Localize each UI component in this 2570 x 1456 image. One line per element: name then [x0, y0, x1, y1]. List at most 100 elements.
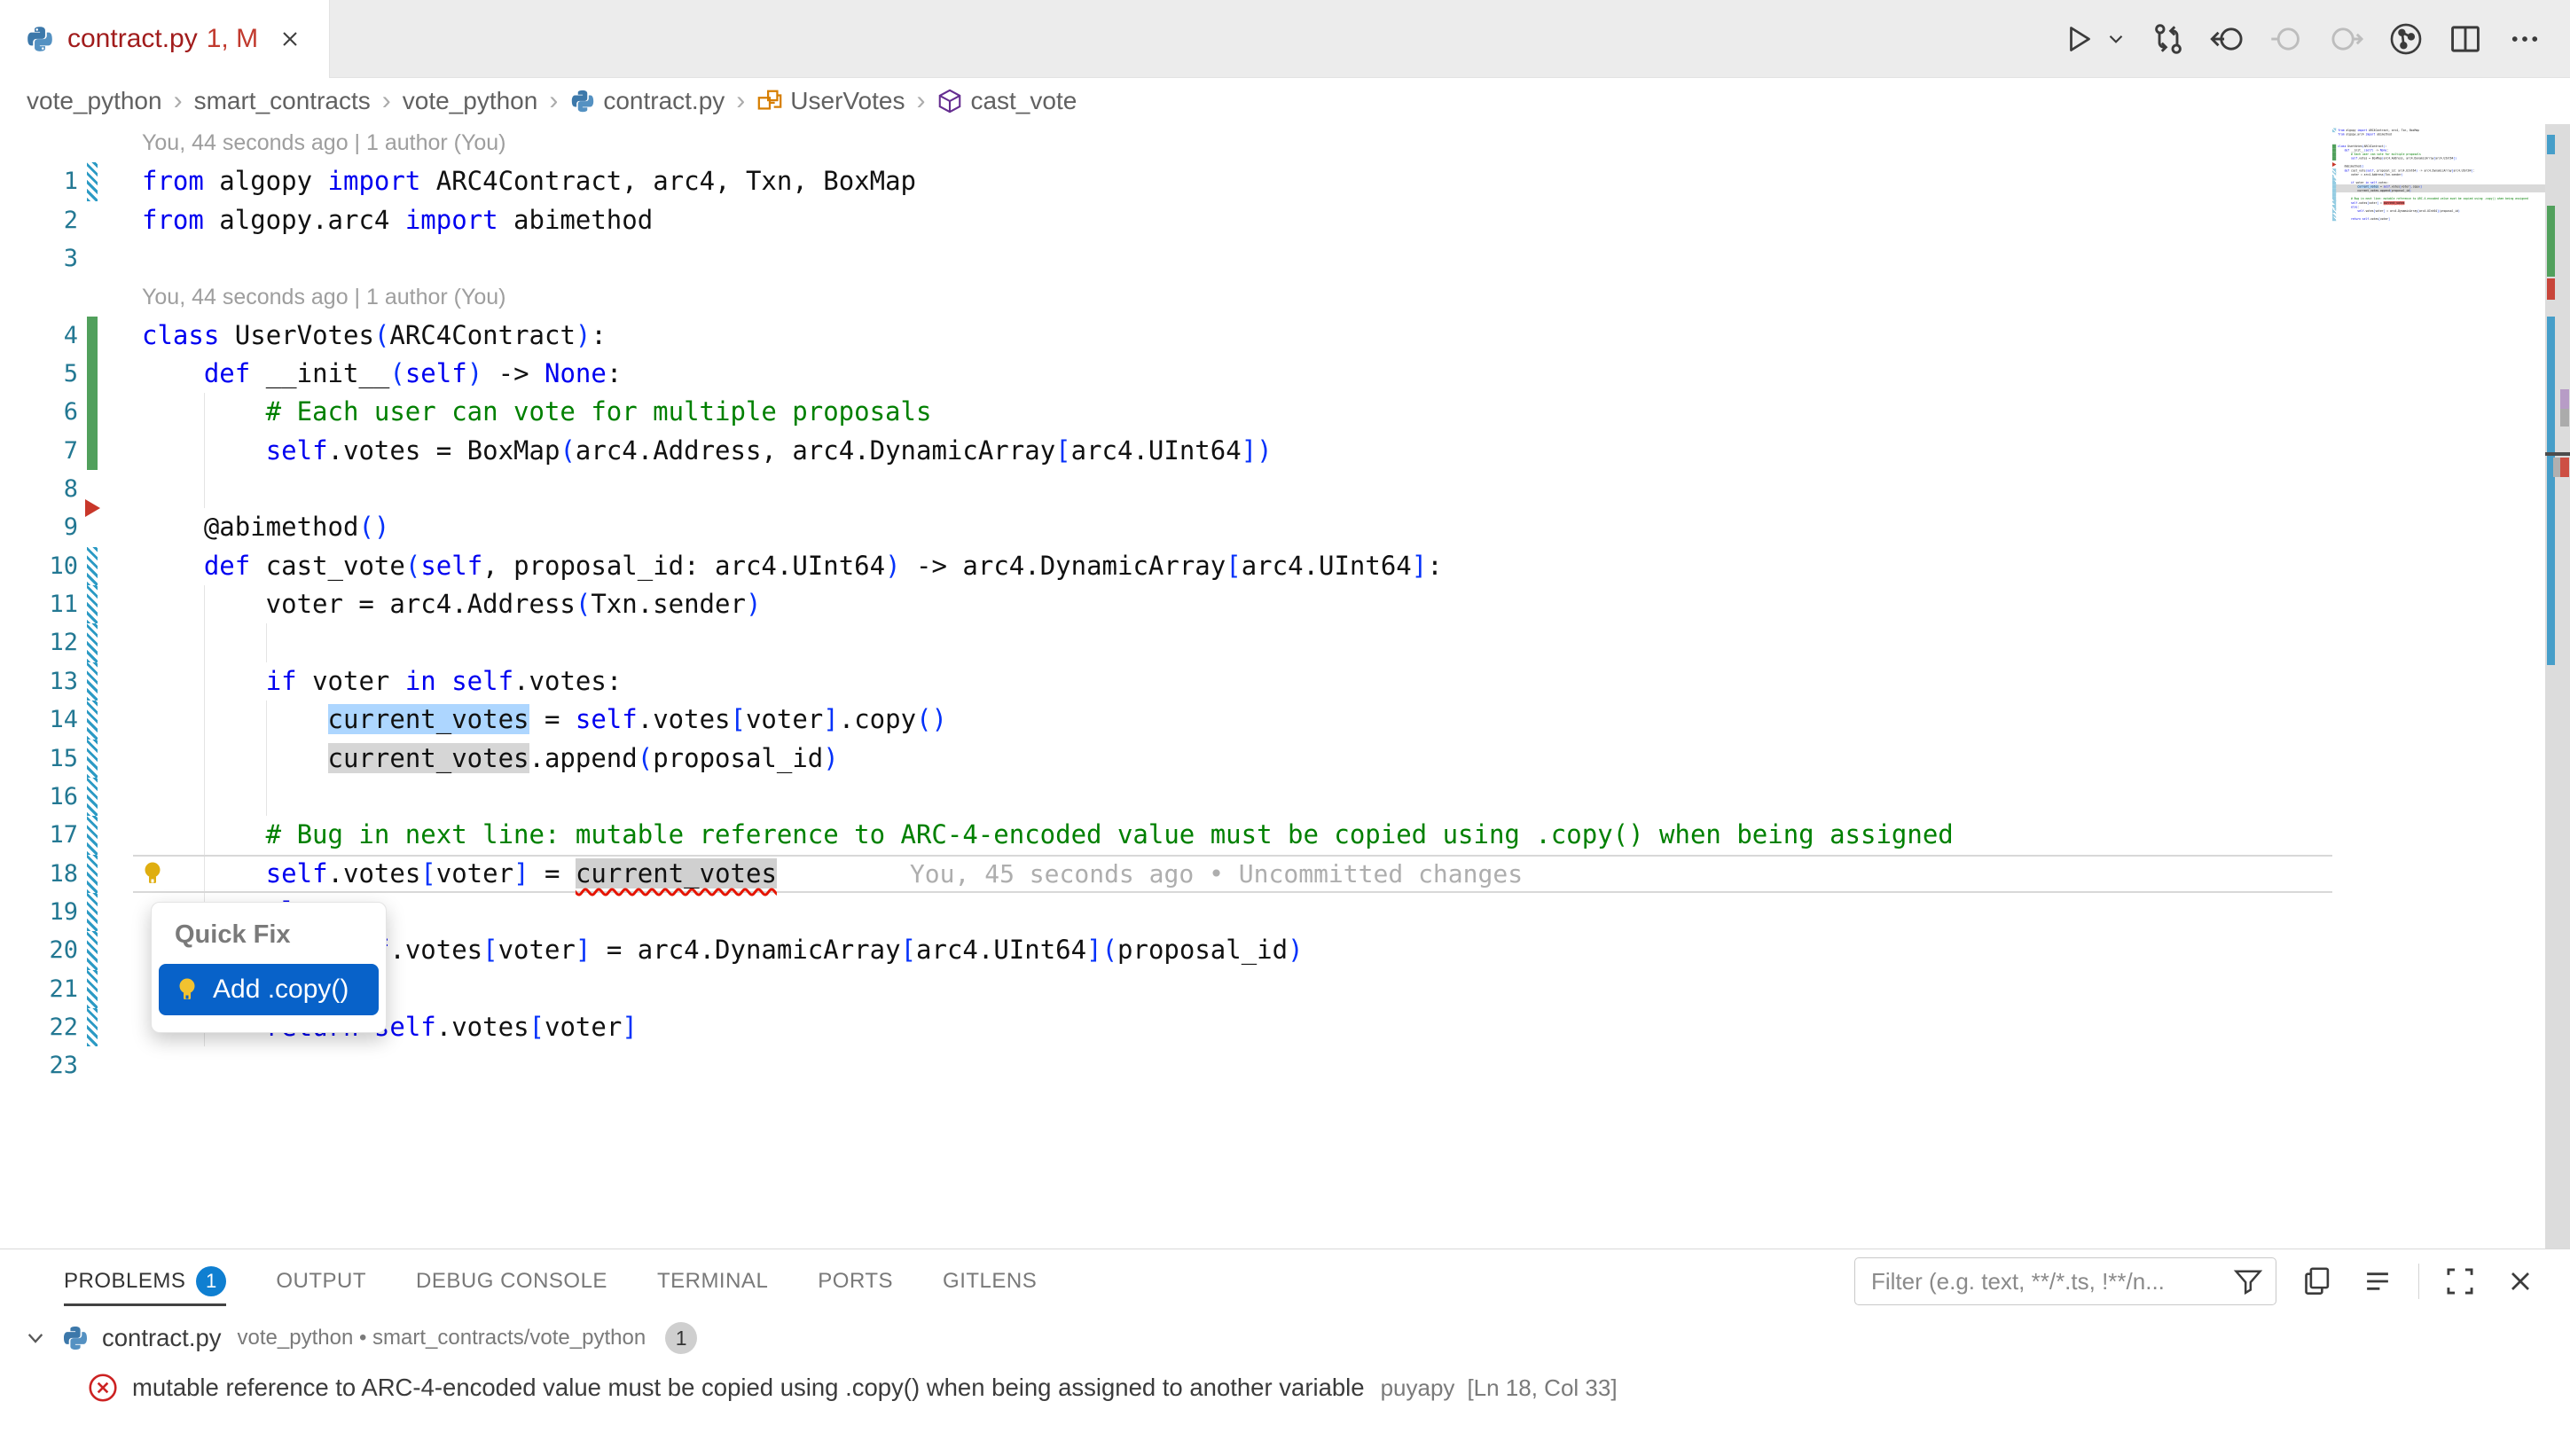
gutter[interactable]: 18: [0, 855, 133, 893]
code-text[interactable]: [133, 970, 2332, 1008]
line-number[interactable]: 3: [64, 239, 78, 278]
gutter[interactable]: 12: [0, 623, 133, 661]
editor-tab-contract-py[interactable]: contract.py 1, M: [0, 0, 330, 78]
code-text[interactable]: [133, 470, 2332, 508]
code-line[interactable]: 23: [0, 1046, 2332, 1084]
line-number[interactable]: 6: [64, 393, 78, 431]
close-tab-icon[interactable]: [278, 27, 302, 51]
run-button[interactable]: [2059, 20, 2096, 58]
minimap[interactable]: You, 44 seconds ago | 1 author (You)from…: [2332, 124, 2545, 1249]
code-text[interactable]: voter = arc4.Address(Txn.sender): [133, 585, 2332, 623]
quick-fix-add-copy-action[interactable]: Add .copy(): [159, 964, 379, 1015]
problems-file-row[interactable]: contract.py vote_python • smart_contract…: [0, 1313, 2570, 1363]
line-number[interactable]: 4: [64, 317, 78, 355]
gutter[interactable]: 10: [0, 547, 133, 585]
tab-gitlens[interactable]: GITLENS: [943, 1249, 1037, 1313]
breadcrumb-item-method[interactable]: cast_vote: [936, 87, 1077, 115]
code-line[interactable]: 4 class UserVotes(ARC4Contract):: [0, 317, 2332, 355]
code-text[interactable]: current_votes.append(proposal_id): [133, 740, 2332, 778]
copy-icon[interactable]: [2298, 1262, 2337, 1301]
line-number[interactable]: 12: [49, 623, 78, 661]
code-text[interactable]: return self.votes[voter]: [133, 1008, 2332, 1046]
lightbulb-icon[interactable]: [138, 859, 167, 888]
code-text[interactable]: self.votes[voter] = arc4.DynamicArray[ar…: [133, 931, 2332, 969]
gutter[interactable]: 23: [0, 1046, 133, 1084]
code-text[interactable]: from algopy import ARC4Contract, arc4, T…: [133, 162, 2332, 200]
split-editor-icon[interactable]: [2447, 20, 2484, 58]
problems-filter-input[interactable]: [1854, 1257, 2276, 1305]
filter-icon[interactable]: [2232, 1265, 2264, 1297]
chevron-down-icon[interactable]: [24, 1327, 47, 1350]
more-actions-icon[interactable]: [2506, 20, 2543, 58]
code-line[interactable]: 10 def cast_vote(self, proposal_id: arc4…: [0, 547, 2332, 585]
code-line[interactable]: 12: [0, 623, 2332, 661]
line-number[interactable]: 21: [49, 970, 78, 1008]
code-text[interactable]: [133, 1046, 2332, 1084]
commit-graph-icon[interactable]: [2387, 20, 2425, 58]
breadcrumb-item[interactable]: smart_contracts: [194, 87, 371, 115]
code-line[interactable]: 13 if voter in self.votes:: [0, 662, 2332, 701]
code-text[interactable]: # Bug in next line: mutable reference to…: [133, 816, 2332, 854]
gutter[interactable]: 15: [0, 740, 133, 778]
code-line[interactable]: 1 from algopy import ARC4Contract, arc4, …: [0, 162, 2332, 200]
line-number[interactable]: 20: [49, 931, 78, 969]
tab-problems[interactable]: PROBLEMS 1: [64, 1249, 226, 1313]
code-text[interactable]: [133, 623, 2332, 661]
gutter[interactable]: 13: [0, 662, 133, 701]
breadcrumb-item-file[interactable]: contract.py: [569, 87, 725, 115]
tab-output[interactable]: OUTPUT: [276, 1249, 366, 1313]
code-line[interactable]: 17 # Bug in next line: mutable reference…: [0, 816, 2332, 854]
line-number[interactable]: 11: [49, 585, 78, 623]
breadcrumb-item[interactable]: vote_python: [403, 87, 538, 115]
code-line[interactable]: 5 def __init__(self) -> None:: [0, 355, 2332, 393]
code-text[interactable]: [133, 239, 2332, 278]
overview-ruler-scrollbar[interactable]: [2545, 124, 2570, 1249]
code-text[interactable]: # Each user can vote for multiple propos…: [133, 393, 2332, 431]
code-text[interactable]: if voter in self.votes:: [133, 662, 2332, 701]
breadcrumb-item[interactable]: vote_python: [27, 87, 162, 115]
gutter[interactable]: 21: [0, 970, 133, 1008]
previous-checkpoint-icon[interactable]: [2268, 20, 2306, 58]
line-number[interactable]: 19: [49, 893, 78, 931]
maximize-panel-icon[interactable]: [2441, 1262, 2480, 1301]
problem-row[interactable]: mutable reference to ARC-4-encoded value…: [0, 1363, 2570, 1413]
gutter[interactable]: 17: [0, 816, 133, 854]
code-text[interactable]: def __init__(self) -> None:: [133, 355, 2332, 393]
code-text[interactable]: current_votes = self.votes[voter].copy(): [133, 701, 2332, 739]
code-line[interactable]: 2from algopy.arc4 import abimethod: [0, 201, 2332, 239]
code-text[interactable]: self.votes = BoxMap(arc4.Address, arc4.D…: [133, 432, 2332, 470]
line-number[interactable]: 9: [64, 508, 78, 546]
line-number[interactable]: 15: [49, 740, 78, 778]
code-text[interactable]: self.votes[voter] = current_votesYou, 45…: [133, 855, 2332, 893]
code-editor[interactable]: You, 44 seconds ago | 1 author (You)1fro…: [0, 124, 2570, 1249]
code-text[interactable]: class UserVotes(ARC4Contract):: [133, 317, 2332, 355]
gutter[interactable]: 19: [0, 893, 133, 931]
line-number[interactable]: 23: [49, 1046, 78, 1084]
tab-debug-console[interactable]: DEBUG CONSOLE: [416, 1249, 607, 1313]
gutter[interactable]: 3: [0, 239, 133, 278]
gutter[interactable]: 6: [0, 393, 133, 431]
code-line[interactable]: 3: [0, 239, 2332, 278]
gutter[interactable]: 14: [0, 701, 133, 739]
breadcrumb-item-class[interactable]: UserVotes: [756, 87, 905, 115]
gutter[interactable]: 5: [0, 355, 133, 393]
line-number[interactable]: 7: [64, 432, 78, 470]
tab-terminal[interactable]: TERMINAL: [657, 1249, 768, 1313]
code-line[interactable]: 18 self.votes[voter] = current_votesYou,…: [0, 855, 2332, 893]
code-text[interactable]: else:: [133, 893, 2332, 931]
line-number[interactable]: 8: [64, 470, 78, 508]
line-number[interactable]: 18: [49, 855, 78, 893]
code-text[interactable]: def cast_vote(self, proposal_id: arc4.UI…: [133, 547, 2332, 585]
gutter[interactable]: 9: [0, 508, 133, 546]
code-line[interactable]: 11 voter = arc4.Address(Txn.sender): [0, 585, 2332, 623]
line-number[interactable]: 16: [49, 778, 78, 816]
code-line[interactable]: 7 self.votes = BoxMap(arc4.Address, arc4…: [0, 432, 2332, 470]
gutter[interactable]: 11: [0, 585, 133, 623]
gutter[interactable]: 7: [0, 432, 133, 470]
line-number[interactable]: 13: [49, 662, 78, 701]
line-number[interactable]: 14: [49, 701, 78, 739]
close-panel-icon[interactable]: [2501, 1262, 2540, 1301]
gutter[interactable]: 2: [0, 201, 133, 239]
code-text[interactable]: from algopy.arc4 import abimethod: [133, 201, 2332, 239]
line-number[interactable]: 1: [64, 162, 78, 200]
